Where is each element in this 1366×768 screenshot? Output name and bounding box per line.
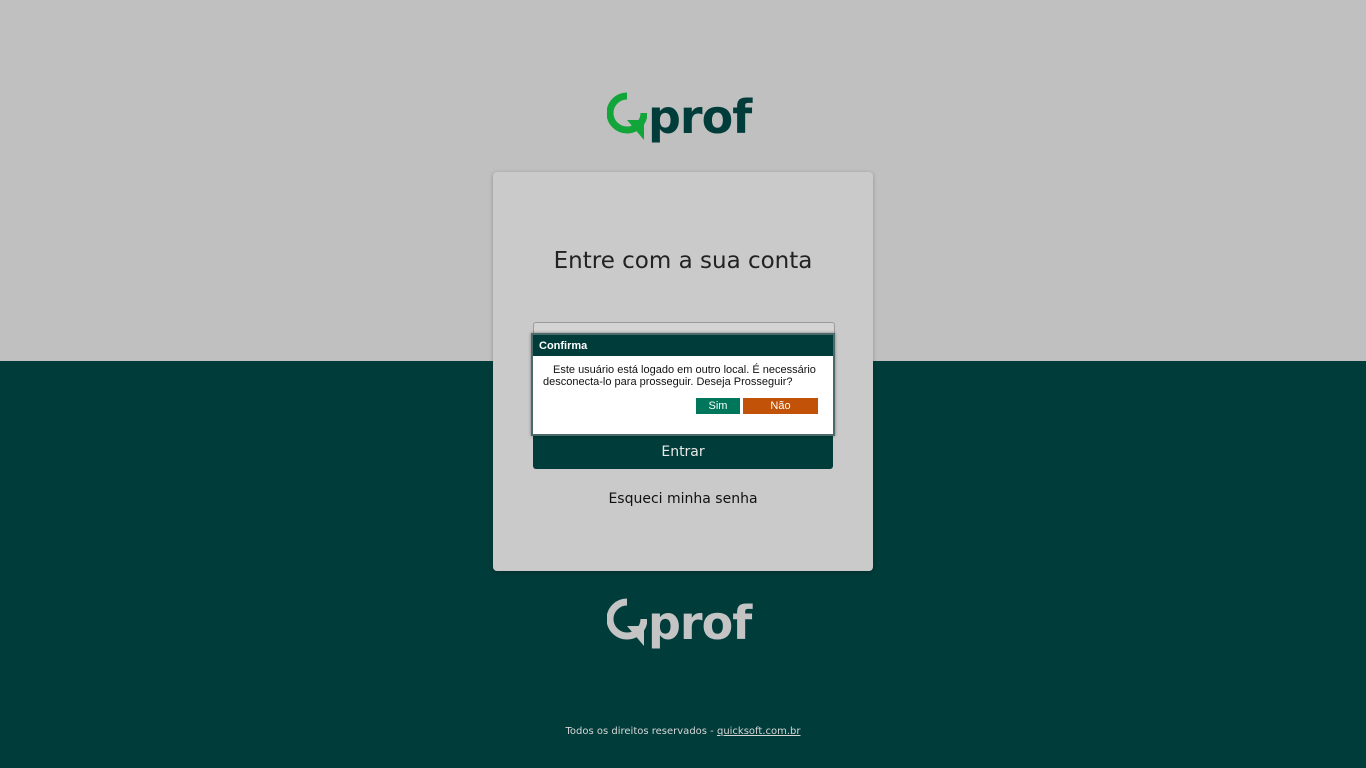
footer-text: Todos os direitos reservados - (565, 726, 717, 737)
qprof-mark-icon (607, 598, 647, 646)
qprof-mark-icon (607, 92, 647, 140)
qprof-logo-top: prof (607, 88, 752, 144)
quicksoft-link[interactable]: quicksoft.com.br (717, 726, 801, 737)
yes-button[interactable]: Sim (696, 398, 740, 414)
dialog-actions: Sim Não (696, 398, 818, 414)
logo-text: prof (648, 596, 752, 650)
qprof-logo-bottom: prof (607, 594, 752, 650)
dialog-message: Este usuário está logado em outro local.… (543, 364, 816, 388)
no-button[interactable]: Não (743, 398, 818, 414)
confirm-dialog: Confirma Este usuário está logado em out… (531, 333, 835, 436)
login-title: Entre com a sua conta (553, 248, 813, 274)
enter-button[interactable]: Entrar (533, 434, 833, 469)
forgot-password-link[interactable]: Esqueci minha senha (493, 491, 873, 507)
dialog-title: Confirma (533, 335, 833, 356)
logo-text: prof (648, 90, 752, 144)
footer: Todos os direitos reservados - quicksoft… (0, 726, 1366, 737)
